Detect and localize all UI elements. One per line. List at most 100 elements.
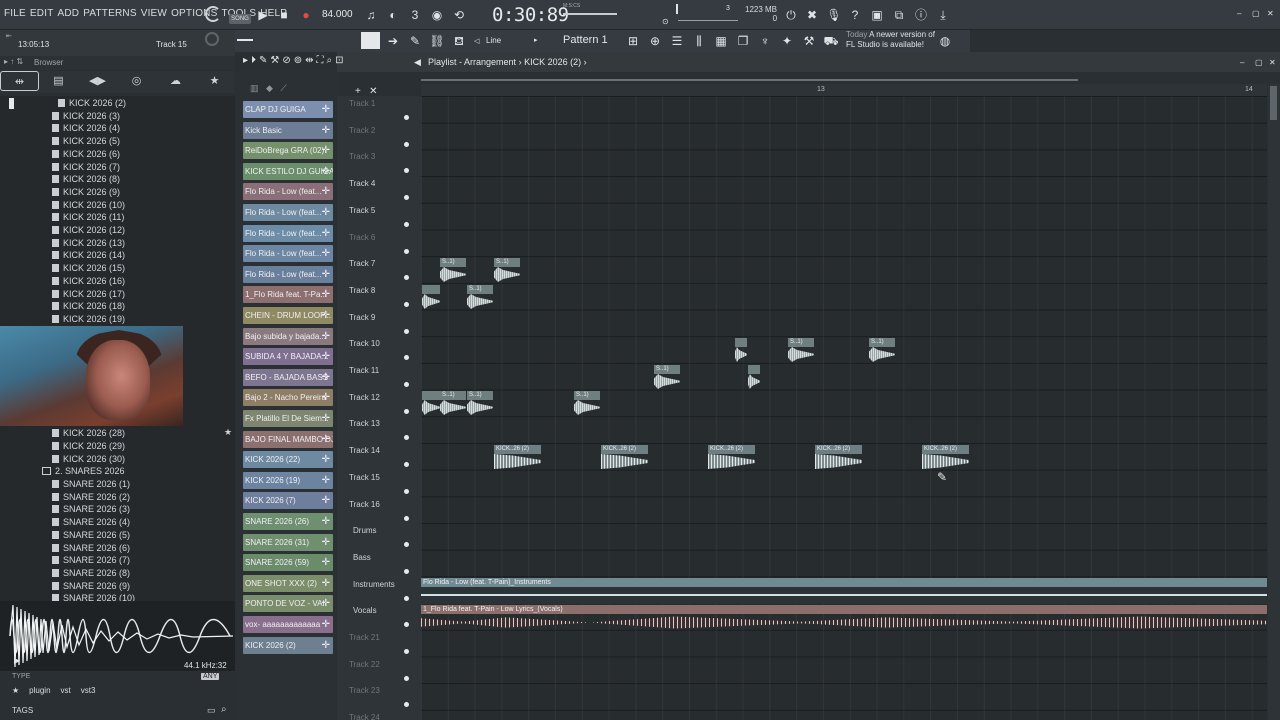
move-icon[interactable]: ✛ xyxy=(322,225,330,242)
globe-icon[interactable]: ◎ xyxy=(117,71,156,91)
track-name[interactable]: Track 6 xyxy=(349,233,375,242)
browser-file[interactable]: KICK 2026 (16) xyxy=(52,276,125,289)
piano-roll-icon[interactable] xyxy=(361,32,380,49)
browser-file[interactable]: SNARE 2026 (9) xyxy=(52,581,130,594)
move-icon[interactable]: ✛ xyxy=(322,328,330,345)
clip-source-item[interactable]: SUBIDA 4 Y BAJADA... ✛ xyxy=(243,348,333,366)
move-icon[interactable]: ✛ xyxy=(322,451,330,468)
metronome-icon[interactable]: ♫ xyxy=(362,6,380,24)
maximize-window-icon[interactable]: ▢ xyxy=(1252,9,1260,18)
track-name[interactable]: Track 2 xyxy=(349,126,375,135)
overview-scrollbar[interactable] xyxy=(421,79,1078,81)
track-name[interactable]: Track 1 xyxy=(349,99,375,108)
pattern-song-toggle[interactable]: SONG xyxy=(229,14,251,24)
move-icon[interactable]: ✛ xyxy=(322,472,330,489)
browser-file[interactable]: KICK 2026 (14) xyxy=(52,250,125,263)
kick-clip[interactable]: KICK..26 (2) xyxy=(494,445,541,471)
help-icon[interactable]: ? xyxy=(846,6,864,24)
move-icon[interactable]: ✛ xyxy=(322,637,330,654)
loop-record-icon[interactable]: ⟲ xyxy=(450,6,468,24)
kick-clip[interactable]: KICK..26 (2) xyxy=(708,445,755,471)
track-mute-button[interactable] xyxy=(404,382,409,387)
track-mute-button[interactable] xyxy=(404,141,409,147)
folder-icon[interactable]: ▭ xyxy=(207,705,216,716)
master-pitch-slider[interactable] xyxy=(676,4,678,14)
clip-source-item[interactable]: ONE SHOT XXX (2) ✛ xyxy=(243,574,333,592)
wait-input-icon[interactable]: ◐ xyxy=(384,6,402,24)
browser-file[interactable]: KICK 2026 (5) xyxy=(52,136,120,149)
plugin-icon[interactable]: ♆ xyxy=(756,32,774,50)
clip-source-item[interactable]: Flo Rida - Low (feat... ✛ xyxy=(243,204,333,221)
stop-button[interactable]: ■ xyxy=(275,6,293,24)
tag-vst[interactable]: vst xyxy=(61,686,71,695)
tools-icon[interactable]: ✖ xyxy=(803,6,821,24)
move-icon[interactable]: ✛ xyxy=(322,492,330,509)
search-icon[interactable]: ⌕ xyxy=(221,704,227,715)
move-icon[interactable]: ✛ xyxy=(322,575,330,592)
playlist-clip[interactable]: S..1) xyxy=(654,365,680,391)
kick-clip[interactable]: KICK..26 (2) xyxy=(922,445,969,471)
browser-file[interactable]: SNARE 2026 (8) xyxy=(52,568,130,581)
browser-file[interactable]: SNARE 2026 (6) xyxy=(52,543,130,556)
browser-view-icon[interactable]: ❐ xyxy=(734,32,752,50)
playlist-clip[interactable] xyxy=(735,338,747,364)
move-icon[interactable]: ✛ xyxy=(322,554,330,571)
plugin-icon[interactable]: ◀▶ xyxy=(78,71,117,91)
move-icon[interactable]: ✛ xyxy=(322,142,330,159)
track-name[interactable]: Track 3 xyxy=(349,152,375,161)
track-name[interactable]: Track 10 xyxy=(349,339,380,348)
track-mute-button[interactable] xyxy=(404,248,409,254)
timeline-ruler[interactable]: 13 14 xyxy=(421,84,1267,96)
clip-source-item[interactable]: CLAP DJ GUIGA ✛ xyxy=(243,101,333,118)
track-mute-button[interactable] xyxy=(404,568,409,574)
track-name[interactable]: Track 14 xyxy=(349,446,380,455)
track-mute-button[interactable] xyxy=(404,408,409,414)
pattern-selector[interactable]: Pattern 1 xyxy=(563,34,608,46)
playlist-clip[interactable]: S..1) xyxy=(440,391,466,417)
kick-clip[interactable]: KICK..26 (2) xyxy=(601,445,648,471)
clip-source-item[interactable]: CHEIN - DRUM LOOP... ✛ xyxy=(243,307,333,324)
clip-source-item[interactable]: BAJO FINAL MAMBO DJ... ✛ xyxy=(243,430,333,448)
blend-notes-icon[interactable]: ◉ xyxy=(428,6,446,24)
move-icon[interactable]: ✛ xyxy=(322,122,330,139)
wrench-icon[interactable]: ⚒ xyxy=(800,32,818,50)
move-icon[interactable]: ✛ xyxy=(322,534,330,551)
browser-file[interactable]: KICK 2026 (17) xyxy=(52,289,125,302)
news-panel[interactable]: Today A newer version of FL Studio is av… xyxy=(846,30,935,50)
browser-nav-icon[interactable]: ▸ ↑ ⇅ xyxy=(4,57,23,66)
track-mute-button[interactable] xyxy=(404,595,409,601)
track-mute-button[interactable] xyxy=(404,515,409,521)
track-name[interactable]: Track 16 xyxy=(349,500,380,509)
browser-file[interactable]: KICK 2026 (6) xyxy=(52,149,120,162)
move-icon[interactable]: ✛ xyxy=(322,431,330,448)
playlist-minimize-icon[interactable]: – xyxy=(1240,58,1244,67)
clip-source-item[interactable]: vox- aaaaaaaaaaaaa ✛ xyxy=(243,616,333,633)
clip-source-item[interactable]: SNARE 2026 (31) ✛ xyxy=(243,533,333,551)
panic-icon[interactable]: ⏻ xyxy=(782,6,800,24)
track-name[interactable]: Track 23 xyxy=(349,686,380,695)
playlist-clip[interactable]: S..1) xyxy=(440,258,466,284)
playlist-clip[interactable]: S..1) xyxy=(467,391,493,417)
playlist-clip[interactable] xyxy=(422,391,440,417)
track-name[interactable]: Track 13 xyxy=(349,419,380,428)
browser-file[interactable]: KICK 2026 (11) xyxy=(52,212,124,225)
tag-star-icon[interactable]: ★ xyxy=(12,686,19,695)
instruments-audio-clip[interactable]: Flo Rida - Low (feat. T-Pain)_Instrument… xyxy=(421,578,1267,604)
snap-slider[interactable] xyxy=(237,39,253,41)
move-icon[interactable]: ✛ xyxy=(322,595,330,612)
browser-file[interactable]: KICK 2026 (15) xyxy=(52,263,125,276)
track-name[interactable]: Vocals xyxy=(353,606,377,615)
record-button[interactable]: ● xyxy=(297,6,315,24)
clip-source-item[interactable]: Kick Basic ✛ xyxy=(243,121,333,139)
menu-file[interactable]: FILE xyxy=(4,8,26,19)
move-icon[interactable]: ✛ xyxy=(322,101,330,118)
menu-view[interactable]: VIEW xyxy=(141,8,167,19)
close-window-icon[interactable]: ✕ xyxy=(1267,9,1274,18)
clip-source-item[interactable]: 1_Flo Rida feat. T-Pa... ✛ xyxy=(243,286,333,304)
clip-source-item[interactable]: ReiDoBrega GRA (02) ✛ xyxy=(243,142,333,160)
playlist-tool-icons[interactable]: ▸⏵✎⚒⊘⊚⇹⛶⌕⊡ xyxy=(243,55,346,66)
track-mute-button[interactable] xyxy=(404,328,409,334)
tempo-display[interactable]: 84.000 xyxy=(322,9,353,20)
browser-file[interactable]: KICK 2026 (28) xyxy=(52,428,125,441)
move-icon[interactable]: ✛ xyxy=(322,389,330,406)
